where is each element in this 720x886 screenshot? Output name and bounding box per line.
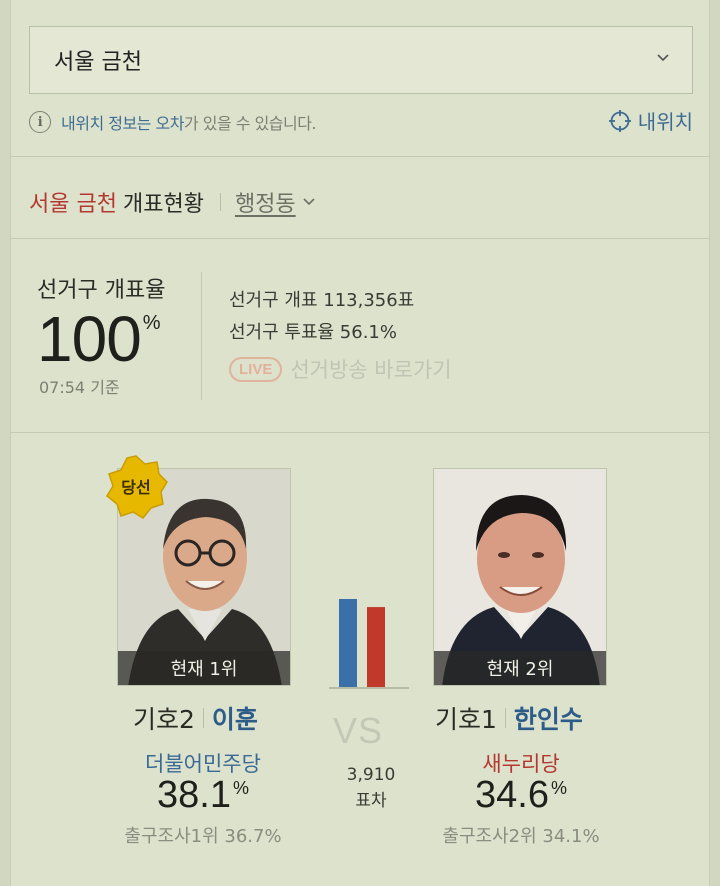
region-select-value: 서울 금천: [54, 50, 142, 75]
count-rate-value: 100%: [37, 302, 161, 376]
result-header: 서울 금천 개표현황 행정동: [29, 186, 316, 218]
chevron-down-icon[interactable]: [302, 195, 316, 209]
election-result-panel: 서울 금천 i 내위치 정보는 오차 가 있을 수 있습니다. 내위치 서울 금…: [10, 0, 710, 886]
candidate-name-row: 기호1 한인수: [435, 700, 583, 736]
count-time: 07:54 기준: [39, 378, 120, 397]
vote-difference: 3,910 표차: [333, 762, 409, 814]
name-separator: [504, 708, 506, 728]
candidate-name[interactable]: 한인수: [514, 700, 583, 736]
divider: [11, 156, 709, 157]
region-select[interactable]: 서울 금천: [29, 26, 693, 94]
candidate-rank: 현재 1위: [118, 651, 290, 685]
info-icon: i: [29, 111, 51, 133]
live-broadcast-link[interactable]: LIVE 선거방송 바로가기: [229, 354, 452, 384]
my-location-button[interactable]: 내위치: [608, 106, 693, 135]
count-rate-unit: %: [142, 312, 161, 334]
vote-rate-unit: %: [550, 778, 567, 798]
candidate-exit-poll: 출구조사1위 36.7%: [124, 826, 282, 847]
vote-difference-label: 표차: [355, 791, 387, 811]
live-text: 선거방송 바로가기: [290, 358, 452, 382]
winner-badge-text: 당선: [121, 478, 150, 497]
count-rate-title: 선거구 개표율: [37, 278, 166, 303]
result-label: 개표현황: [122, 192, 204, 217]
vote-comparison-bars: [329, 599, 409, 689]
chevron-down-icon: [657, 54, 669, 62]
candidate-vote-rate: 38.1%: [103, 774, 303, 817]
divider: [11, 238, 709, 239]
candidate-number: 기호2: [133, 705, 195, 734]
stat-total-votes: 선거구 개표 113,356표: [229, 290, 415, 311]
candidate-name-row: 기호2 이훈: [133, 700, 258, 736]
notice-highlight: 내위치 정보는 오차: [61, 114, 184, 133]
result-region: 서울 금천: [29, 192, 117, 217]
candidate-name[interactable]: 이훈: [212, 700, 258, 736]
bar-candidate-2: [367, 607, 385, 687]
divider: [11, 432, 709, 433]
header-separator: [219, 193, 221, 211]
winner-badge-icon: 당선: [106, 455, 168, 519]
candidate-number: 기호1: [435, 705, 497, 734]
vertical-divider: [201, 272, 202, 400]
stat-turnout: 선거구 투표율 56.1%: [229, 322, 397, 343]
candidate-rank: 현재 2위: [434, 651, 606, 685]
district-filter-link[interactable]: 행정동: [235, 186, 296, 218]
my-location-label: 내위치: [637, 110, 693, 134]
candidate-photo[interactable]: 현재 2위: [433, 468, 607, 686]
notice-text: 가 있을 수 있습니다.: [183, 114, 317, 133]
vote-rate-unit: %: [232, 778, 249, 798]
count-rate-number: 100: [37, 303, 142, 375]
candidate-exit-poll: 출구조사2위 34.1%: [442, 826, 600, 847]
live-badge: LIVE: [229, 356, 283, 382]
location-notice: i 내위치 정보는 오차 가 있을 수 있습니다.: [29, 110, 317, 134]
candidate-vote-rate: 34.6%: [421, 774, 621, 817]
vote-difference-value: 3,910: [346, 765, 396, 785]
name-separator: [202, 708, 204, 728]
vs-label: VS: [333, 710, 384, 751]
crosshair-icon: [608, 109, 631, 132]
bar-candidate-1: [339, 599, 357, 687]
vote-rate-number: 34.6: [475, 774, 549, 816]
vote-rate-number: 38.1: [157, 774, 231, 816]
